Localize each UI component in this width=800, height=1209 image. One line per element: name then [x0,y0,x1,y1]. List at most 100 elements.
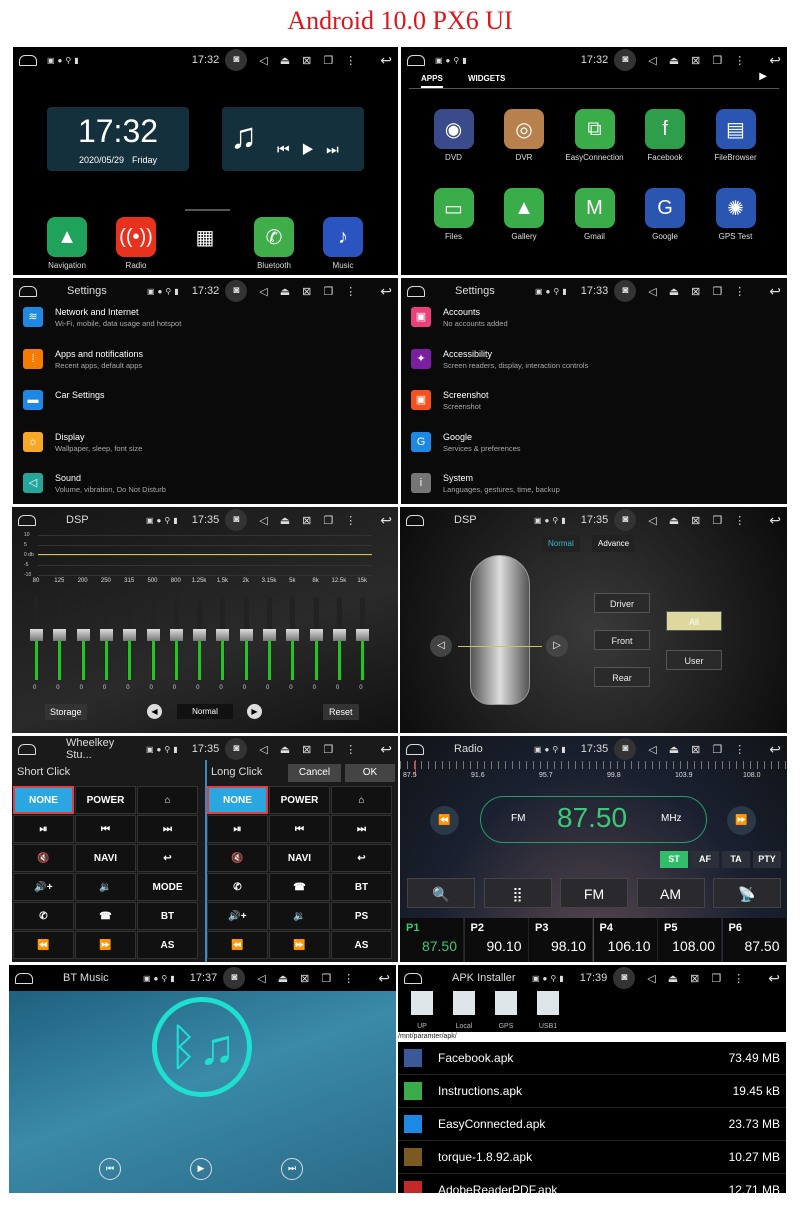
wheelkey-button[interactable]: ↩ [137,844,198,872]
wheelkey-button[interactable]: 🔉 [75,873,136,901]
recent-apps-icon[interactable]: ❐ [323,285,333,298]
wheelkey-button[interactable]: AS [331,931,392,959]
wheelkey-button[interactable]: ⏩ [75,931,136,959]
settings-item[interactable]: ☼ Display Wallpaper, sleep, font size [23,431,142,453]
app-google[interactable]: G Google [633,188,698,241]
wheelkey-button[interactable]: ✆ [207,873,268,901]
back-icon[interactable]: ↩ [769,512,781,529]
back-icon[interactable]: ↩ [768,970,780,987]
volume-icon[interactable]: ◁ [257,972,265,985]
screenshot-icon[interactable]: ◙ [225,738,248,760]
field-user-button[interactable]: User [666,650,722,670]
menu-icon[interactable]: ⋮ [734,285,745,298]
source-usb1[interactable]: USB1 [534,991,562,1033]
home-icon[interactable] [18,514,36,526]
home-icon[interactable] [407,285,425,297]
eq-slider-knob[interactable] [309,629,323,641]
keypad-icon[interactable]: ⣿ [483,878,552,908]
eq-slider-knob[interactable] [146,629,160,641]
eject-icon[interactable]: ⏏ [278,972,288,985]
preset-p2[interactable]: P2 90.10 [464,918,529,962]
antenna-icon[interactable]: 📡 [713,878,781,908]
wheelkey-button[interactable]: NAVI [75,844,136,872]
menu-icon[interactable]: ⋮ [734,743,745,756]
right-arrow-icon[interactable]: ▷ [546,635,568,657]
wheelkey-button[interactable]: ↩ [331,844,392,872]
home-icon[interactable] [407,54,425,66]
settings-item[interactable]: ◁ Sound Volume, vibration, Do Not Disturb [23,473,166,494]
screen-off-icon[interactable]: ⊠ [691,743,700,756]
eq-slider-knob[interactable] [263,629,276,641]
wheelkey-button[interactable]: NONE [13,786,74,814]
tab-apps[interactable]: APPS [421,74,443,88]
preset-p1[interactable]: P1 87.50 [400,918,464,962]
app-dvr[interactable]: ◎ DVR [492,109,557,162]
eject-icon[interactable]: ⏏ [669,54,679,67]
screenshot-icon[interactable]: ◙ [223,967,246,989]
wheelkey-button[interactable]: ⏪ [13,931,74,959]
eq-slider-knob[interactable] [53,629,67,641]
flag-pty[interactable]: PTY [753,851,781,868]
seek-back-icon[interactable]: ⏪ [430,806,459,835]
menu-icon[interactable]: ⋮ [345,285,356,298]
volume-icon[interactable]: ◁ [647,972,655,985]
eject-icon[interactable]: ⏏ [280,743,290,756]
screenshot-icon[interactable]: ◙ [614,738,637,760]
eq-slider-knob[interactable] [356,629,370,641]
wheelkey-button[interactable]: ⏯ [207,815,268,843]
screen-off-icon[interactable]: ⊠ [302,514,311,527]
recent-apps-icon[interactable]: ❐ [323,743,333,756]
volume-icon[interactable]: ◁ [259,743,267,756]
settings-item[interactable]: G Google Services & preferences [411,431,521,453]
eq-slider-knob[interactable] [99,629,113,641]
menu-icon[interactable]: ⋮ [734,514,745,527]
flag-ta[interactable]: TA [722,851,750,868]
cancel-button[interactable]: Cancel [288,764,341,782]
source-up[interactable]: UP [408,991,436,1033]
back-icon[interactable]: ↩ [380,512,392,529]
wheelkey-button[interactable]: 🔊+ [207,902,268,930]
apk-file-row[interactable]: Instructions.apk 19.45 kB [398,1075,786,1108]
tab-advance[interactable]: Advance [592,535,636,552]
settings-item[interactable]: ▬ Car Settings [23,390,105,410]
screen-off-icon[interactable]: ⊠ [691,285,700,298]
volume-icon[interactable]: ◁ [648,285,656,298]
app-files[interactable]: ▭ Files [421,188,486,241]
menu-icon[interactable]: ⋮ [733,972,744,985]
next-icon[interactable]: ⏭ [281,1158,303,1180]
wheelkey-button[interactable]: ✆ [13,902,74,930]
wheelkey-button[interactable]: MODE [137,873,198,901]
menu-icon[interactable]: ⋮ [345,743,356,756]
previous-icon[interactable]: ⏮ [99,1158,121,1180]
app-filebrowser[interactable]: ▤ FileBrowser [703,109,768,162]
dock-item[interactable]: ♪ Music [317,217,369,270]
preset-p6[interactable]: P6 87.50 [722,918,787,962]
apk-file-row[interactable]: Facebook.apk 73.49 MB [398,1042,786,1075]
apk-file-row[interactable]: EasyConnected.apk 23.73 MB [398,1108,786,1141]
source-gps[interactable]: GPS [492,991,520,1033]
back-icon[interactable]: ↩ [769,741,781,758]
dock-item[interactable]: ▲ Navigation [41,217,93,270]
wheelkey-button[interactable]: ⌂ [331,786,392,814]
settings-item[interactable]: ▣ Screenshot Screenshot [411,390,489,411]
field-all-button[interactable]: All [666,611,722,631]
preset-p5[interactable]: P5 108.00 [658,918,722,962]
app-gps-test[interactable]: ✺ GPS Test [703,188,768,241]
wheelkey-button[interactable]: ⏭ [331,815,392,843]
back-icon[interactable]: ↩ [380,52,392,69]
back-icon[interactable]: ↩ [380,741,392,758]
fm-button[interactable]: FM [560,878,628,908]
eq-slider-knob[interactable] [216,629,230,641]
screenshot-icon[interactable]: ◙ [613,967,636,989]
menu-icon[interactable]: ⋮ [345,54,356,67]
back-icon[interactable]: ↩ [769,52,781,69]
home-icon[interactable] [19,54,37,66]
flag-af[interactable]: AF [691,851,719,868]
wheelkey-button[interactable]: NONE [207,786,268,814]
music-widget[interactable]: ♫ ⏮▶⏭ [222,107,364,171]
recent-apps-icon[interactable]: ❐ [712,743,722,756]
screenshot-icon[interactable]: ◙ [225,280,248,302]
storage-button[interactable]: Storage [45,704,87,720]
screenshot-icon[interactable]: ◙ [614,509,637,531]
next-preset-icon[interactable]: ▶ [247,704,262,719]
